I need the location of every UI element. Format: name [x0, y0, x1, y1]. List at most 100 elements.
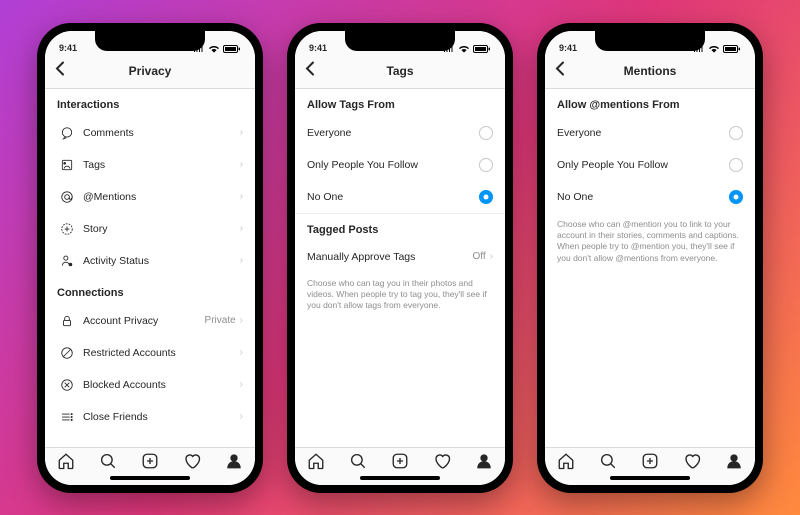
screen: 9:41 Privacy Interactions Comments › Tag — [45, 31, 255, 485]
row-label: Comments — [77, 127, 240, 139]
row-label: Activity Status — [77, 255, 240, 267]
radio-selected-icon — [729, 190, 743, 204]
lock-icon — [57, 314, 77, 328]
radio-icon — [729, 126, 743, 140]
tab-search[interactable] — [99, 452, 117, 475]
row-label: Story — [77, 223, 240, 235]
row-restricted-accounts[interactable]: Restricted Accounts › — [45, 337, 255, 369]
status-time: 9:41 — [309, 43, 327, 53]
screen: 9:41 Tags Allow Tags From Everyone Only … — [295, 31, 505, 485]
row-blocked-accounts[interactable]: Blocked Accounts › — [45, 369, 255, 401]
help-text: Choose who can @mention you to link to y… — [545, 213, 755, 275]
radio-everyone[interactable]: Everyone — [545, 117, 755, 149]
row-label: No One — [307, 191, 479, 203]
tag-icon — [57, 158, 77, 172]
tab-profile[interactable] — [225, 452, 243, 475]
chevron-right-icon: › — [240, 315, 243, 326]
home-indicator — [610, 476, 690, 480]
tab-home[interactable] — [57, 452, 75, 475]
row-label: Everyone — [557, 127, 729, 139]
row-comments[interactable]: Comments › — [45, 117, 255, 149]
phone-notch — [95, 31, 205, 51]
comment-icon — [57, 126, 77, 140]
row-label: Account Privacy — [77, 315, 205, 327]
status-time: 9:41 — [559, 43, 577, 53]
back-button[interactable] — [55, 61, 65, 82]
row-mentions[interactable]: @Mentions › — [45, 181, 255, 213]
blocked-icon — [57, 378, 77, 392]
back-button[interactable] — [305, 61, 315, 82]
tab-activity[interactable] — [683, 452, 701, 475]
chevron-right-icon: › — [240, 159, 243, 170]
back-button[interactable] — [555, 61, 565, 82]
phone-tags: 9:41 Tags Allow Tags From Everyone Only … — [287, 23, 513, 493]
row-value: Off — [473, 251, 490, 262]
row-label: Everyone — [307, 127, 479, 139]
nav-header: Mentions — [545, 55, 755, 89]
radio-people-you-follow[interactable]: Only People You Follow — [545, 149, 755, 181]
page-title: Mentions — [624, 64, 677, 78]
help-text: Choose who can tag you in their photos a… — [295, 272, 505, 322]
tab-profile[interactable] — [725, 452, 743, 475]
activity-icon — [57, 254, 77, 268]
radio-no-one[interactable]: No One — [545, 181, 755, 213]
tab-add[interactable] — [141, 452, 159, 475]
section-header-interactions: Interactions — [45, 89, 255, 117]
row-close-friends[interactable]: Close Friends › — [45, 401, 255, 433]
chevron-right-icon: › — [490, 251, 493, 262]
radio-selected-icon — [479, 190, 493, 204]
radio-icon — [729, 158, 743, 172]
screen: 9:41 Mentions Allow @mentions From Every… — [545, 31, 755, 485]
nav-header: Privacy — [45, 55, 255, 89]
section-header-allow-mentions: Allow @mentions From — [545, 89, 755, 117]
chevron-right-icon: › — [240, 223, 243, 234]
home-indicator — [360, 476, 440, 480]
mention-icon — [57, 190, 77, 204]
tab-activity[interactable] — [433, 452, 451, 475]
row-label: Close Friends — [77, 411, 240, 423]
tab-home[interactable] — [557, 452, 575, 475]
tab-search[interactable] — [349, 452, 367, 475]
row-value: Private — [205, 315, 240, 326]
row-label: Only People You Follow — [557, 159, 729, 171]
content-area: Allow @mentions From Everyone Only Peopl… — [545, 89, 755, 447]
phone-mentions: 9:41 Mentions Allow @mentions From Every… — [537, 23, 763, 493]
row-label: Restricted Accounts — [77, 347, 240, 359]
tab-search[interactable] — [599, 452, 617, 475]
phone-privacy: 9:41 Privacy Interactions Comments › Tag — [37, 23, 263, 493]
page-title: Tags — [386, 64, 413, 78]
radio-people-you-follow[interactable]: Only People You Follow — [295, 149, 505, 181]
radio-no-one[interactable]: No One — [295, 181, 505, 213]
tab-add[interactable] — [641, 452, 659, 475]
chevron-right-icon: › — [240, 127, 243, 138]
row-label: No One — [557, 191, 729, 203]
row-label: Tags — [77, 159, 240, 171]
phone-notch — [595, 31, 705, 51]
restricted-icon — [57, 346, 77, 360]
page-title: Privacy — [129, 64, 172, 78]
chevron-right-icon: › — [240, 347, 243, 358]
row-story[interactable]: Story › — [45, 213, 255, 245]
row-label: Blocked Accounts — [77, 379, 240, 391]
row-tags[interactable]: Tags › — [45, 149, 255, 181]
tab-activity[interactable] — [183, 452, 201, 475]
section-header-allow-tags: Allow Tags From — [295, 89, 505, 117]
close-friends-icon — [57, 410, 77, 424]
nav-header: Tags — [295, 55, 505, 89]
chevron-right-icon: › — [240, 411, 243, 422]
section-header-connections: Connections — [45, 277, 255, 305]
status-time: 9:41 — [59, 43, 77, 53]
section-header-tagged-posts: Tagged Posts — [295, 214, 505, 242]
chevron-right-icon: › — [240, 255, 243, 266]
tab-add[interactable] — [391, 452, 409, 475]
row-activity-status[interactable]: Activity Status › — [45, 245, 255, 277]
row-account-privacy[interactable]: Account Privacy Private › — [45, 305, 255, 337]
tab-home[interactable] — [307, 452, 325, 475]
tab-profile[interactable] — [475, 452, 493, 475]
chevron-right-icon: › — [240, 191, 243, 202]
radio-icon — [479, 158, 493, 172]
content-area: Allow Tags From Everyone Only People You… — [295, 89, 505, 447]
row-manually-approve[interactable]: Manually Approve Tags Off › — [295, 242, 505, 272]
row-label: Only People You Follow — [307, 159, 479, 171]
radio-everyone[interactable]: Everyone — [295, 117, 505, 149]
